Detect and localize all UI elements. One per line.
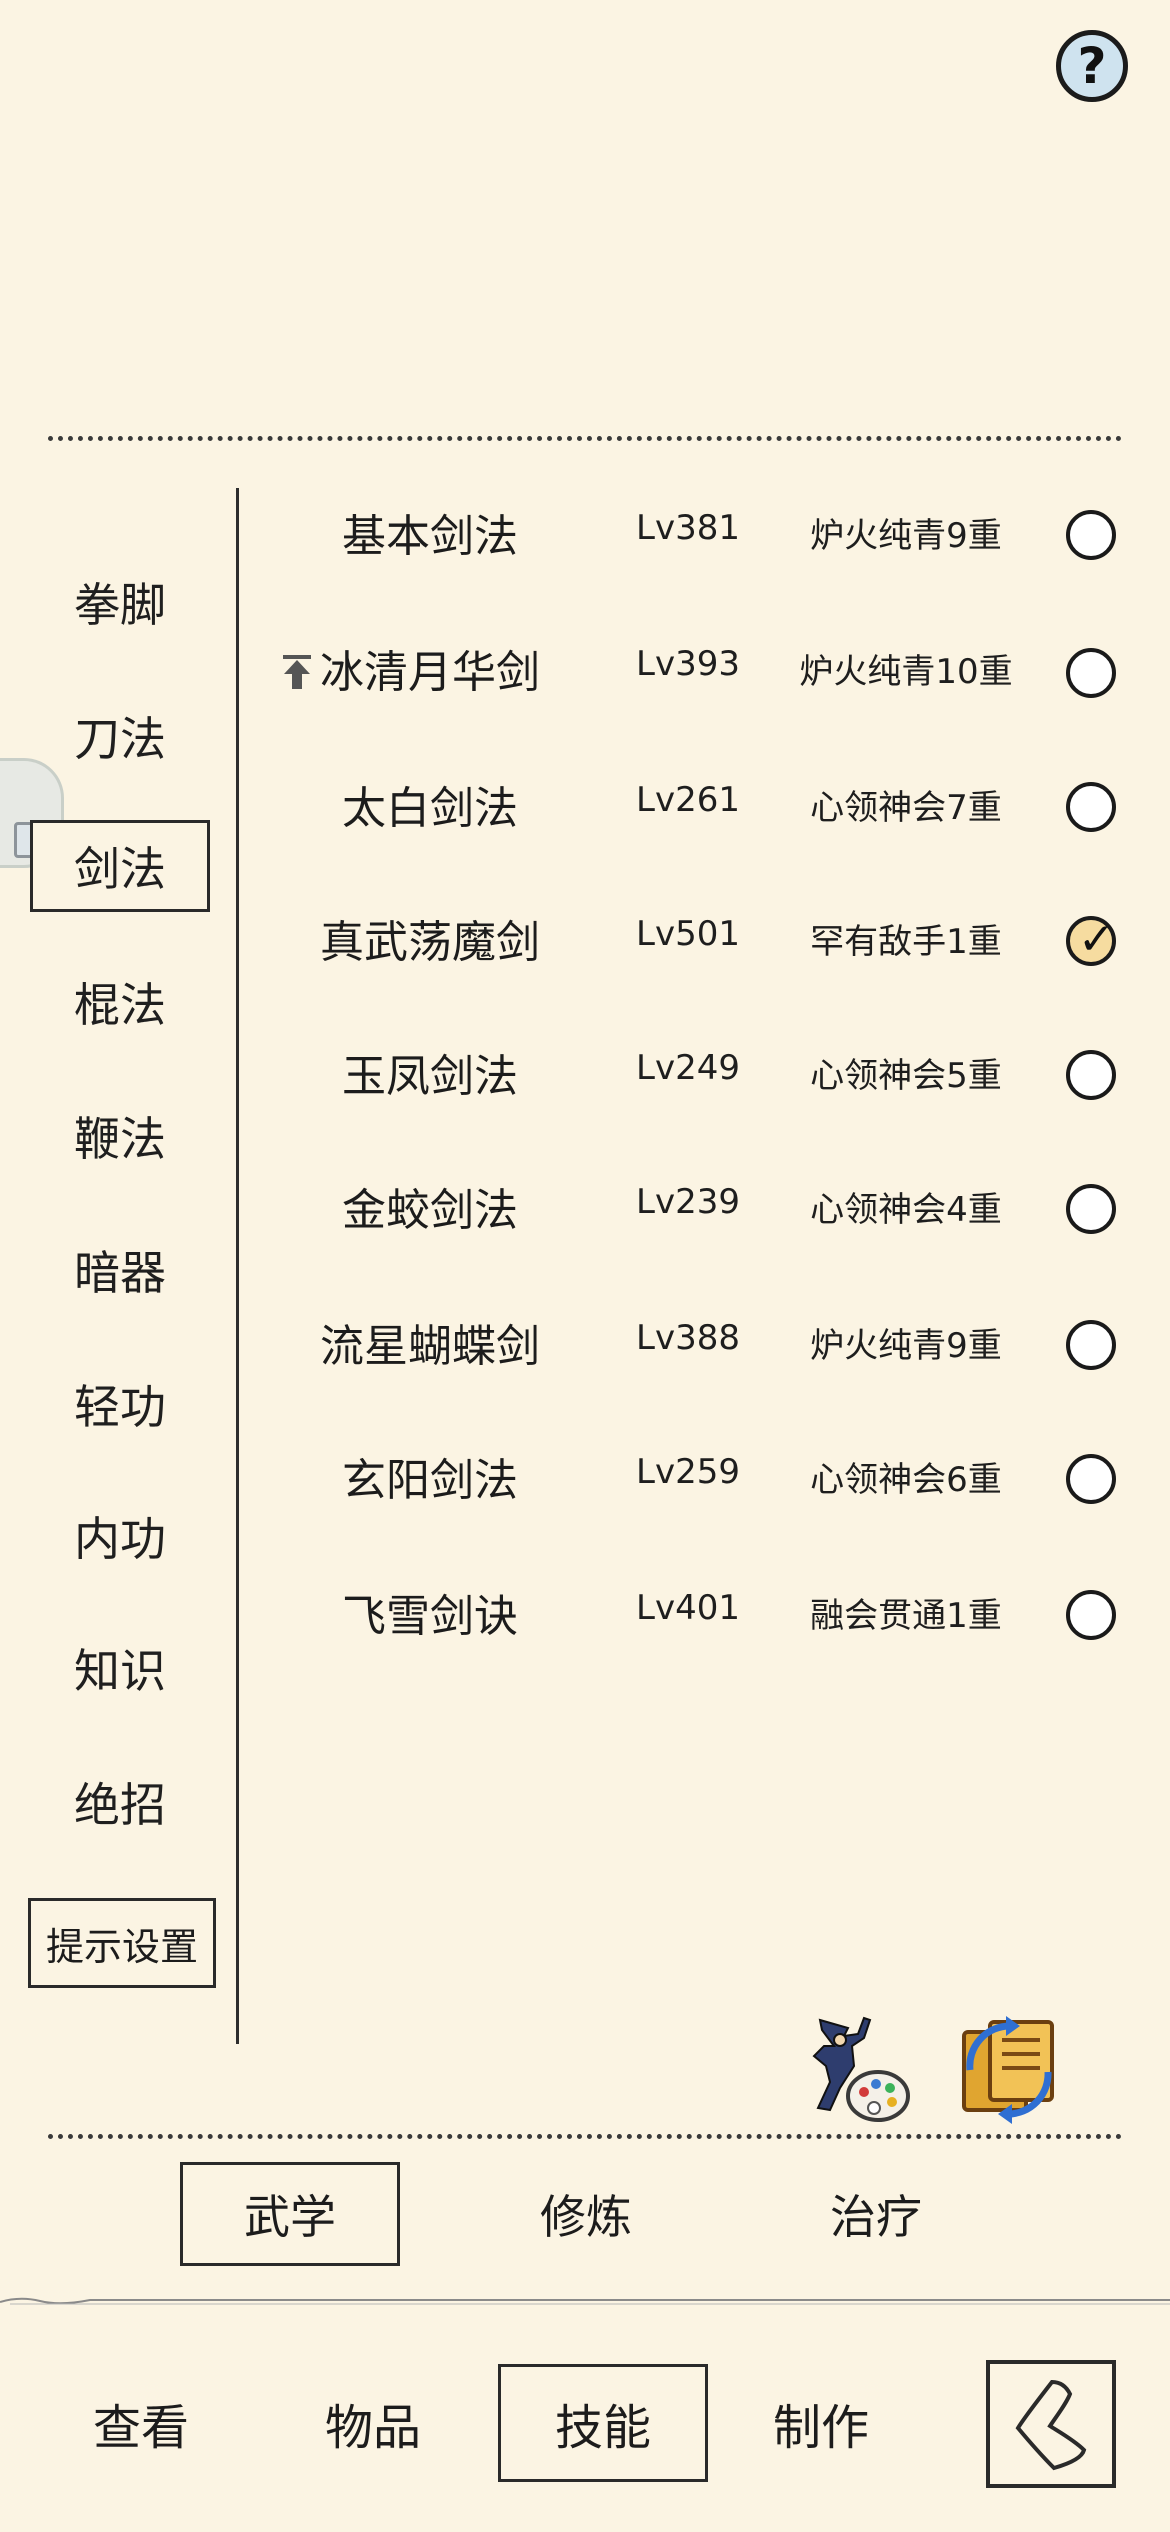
- category-label: 暗器: [74, 1246, 166, 1300]
- skill-name: 金蛟剑法: [342, 1185, 518, 1236]
- skill-radio[interactable]: [1066, 1590, 1116, 1640]
- skill-row[interactable]: 冰清月华剑 Lv393 炉火纯青10重: [0, 636, 1170, 700]
- subtab-zhiliao[interactable]: 治疗: [766, 2162, 986, 2266]
- ninja-palette-icon[interactable]: [800, 2010, 916, 2126]
- skill-radio[interactable]: [1066, 1050, 1116, 1100]
- scroll-swap-icon[interactable]: [950, 2010, 1066, 2126]
- bottom-divider: [48, 2134, 1122, 2139]
- main-tab-label: 制作: [772, 2400, 869, 2456]
- back-button[interactable]: [986, 2360, 1116, 2488]
- category-label: 鞭法: [74, 1112, 166, 1166]
- skill-realm: 融会贯通1重: [810, 1596, 1002, 1636]
- main-tab-zhizuo[interactable]: 制作: [716, 2364, 926, 2482]
- main-tab-label: 查看: [92, 2400, 189, 2456]
- category-label: 轻功: [74, 1380, 166, 1434]
- category-label: 拳脚: [74, 578, 166, 632]
- skill-realm: 心领神会6重: [810, 1460, 1002, 1500]
- skill-name: 玉凤剑法: [342, 1051, 518, 1102]
- skill-level: Lv401: [636, 1588, 740, 1628]
- skill-level: Lv239: [636, 1182, 740, 1222]
- skill-realm: 炉火纯青9重: [810, 516, 1002, 556]
- skill-row[interactable]: 基本剑法 Lv381 炉火纯青9重: [0, 500, 1170, 564]
- skill-radio[interactable]: [1066, 510, 1116, 560]
- main-tab-label: 物品: [324, 2400, 421, 2456]
- skill-level: Lv501: [636, 914, 740, 954]
- subtab-xiulian[interactable]: 修炼: [476, 2162, 696, 2266]
- skill-realm: 罕有敌手1重: [810, 922, 1002, 962]
- category-daofa[interactable]: 刀法: [30, 690, 210, 782]
- main-tab-chakan[interactable]: 查看: [36, 2364, 246, 2482]
- hint-settings-button[interactable]: 提示设置: [28, 1898, 216, 1988]
- category-label: 绝招: [74, 1778, 166, 1832]
- skill-name: 真武荡魔剑: [320, 917, 540, 968]
- category-label: 知识: [74, 1644, 166, 1698]
- skill-radio[interactable]: [1066, 648, 1116, 698]
- category-label: 剑法: [74, 842, 166, 896]
- category-juezhao[interactable]: 绝招: [30, 1756, 210, 1848]
- skill-realm: 心领神会5重: [810, 1056, 1002, 1096]
- skill-name: 飞雪剑诀: [342, 1591, 518, 1642]
- category-label: 内功: [74, 1512, 166, 1566]
- skill-realm: 炉火纯青9重: [810, 1326, 1002, 1366]
- skill-row[interactable]: 太白剑法 Lv261 心领神会7重: [0, 772, 1170, 836]
- skill-name: 冰清月华剑: [320, 647, 540, 698]
- scroll-ornament: [0, 2297, 1170, 2305]
- skill-name: 太白剑法: [342, 783, 518, 834]
- skill-row[interactable]: 玄阳剑法 Lv259 心领神会6重: [0, 1444, 1170, 1508]
- skill-realm: 心领神会7重: [810, 788, 1002, 828]
- top-divider: [48, 436, 1122, 441]
- skill-radio-checked[interactable]: ✓: [1066, 916, 1116, 966]
- skill-row[interactable]: 真武荡魔剑 Lv501 罕有敌手1重 ✓: [0, 906, 1170, 970]
- category-quanjiao[interactable]: 拳脚: [30, 556, 210, 648]
- skill-radio[interactable]: [1066, 1320, 1116, 1370]
- main-tab-label: 技能: [554, 2400, 651, 2456]
- skill-row[interactable]: 流星蝴蝶剑 Lv388 炉火纯青9重: [0, 1310, 1170, 1374]
- vertical-divider: [236, 488, 239, 2044]
- subtab-label: 修炼: [540, 2190, 632, 2244]
- skill-level: Lv388: [636, 1318, 740, 1358]
- skill-level: Lv393: [636, 644, 740, 684]
- skill-level: Lv259: [636, 1452, 740, 1492]
- skill-row[interactable]: 飞雪剑诀 Lv401 融会贯通1重: [0, 1580, 1170, 1644]
- skill-level: Lv381: [636, 508, 740, 548]
- category-label: 棍法: [74, 978, 166, 1032]
- skill-level: Lv261: [636, 780, 740, 820]
- subtab-label: 武学: [244, 2190, 336, 2244]
- help-button[interactable]: ?: [1056, 30, 1128, 102]
- skill-radio[interactable]: [1066, 1454, 1116, 1504]
- skill-level: Lv249: [636, 1048, 740, 1088]
- back-arrow-icon: [1015, 2379, 1087, 2471]
- skill-row[interactable]: 玉凤剑法 Lv249 心领神会5重: [0, 1040, 1170, 1104]
- skill-radio[interactable]: [1066, 782, 1116, 832]
- skill-name: 玄阳剑法: [342, 1455, 518, 1506]
- check-icon: ✓: [1078, 914, 1115, 965]
- subtab-wuxue[interactable]: 武学: [180, 2162, 400, 2266]
- skill-realm: 炉火纯青10重: [799, 652, 1013, 692]
- skill-row[interactable]: 金蛟剑法 Lv239 心领神会4重: [0, 1174, 1170, 1238]
- subtab-label: 治疗: [830, 2190, 922, 2244]
- main-tab-jineng[interactable]: 技能: [498, 2364, 708, 2482]
- main-tab-wupin[interactable]: 物品: [268, 2364, 478, 2482]
- hint-settings-label: 提示设置: [45, 1924, 198, 1969]
- skill-name: 流星蝴蝶剑: [320, 1321, 540, 1372]
- skill-radio[interactable]: [1066, 1184, 1116, 1234]
- skill-name: 基本剑法: [342, 511, 518, 562]
- question-icon: ?: [1077, 37, 1107, 95]
- skill-realm: 心领神会4重: [810, 1190, 1002, 1230]
- category-label: 刀法: [74, 712, 166, 766]
